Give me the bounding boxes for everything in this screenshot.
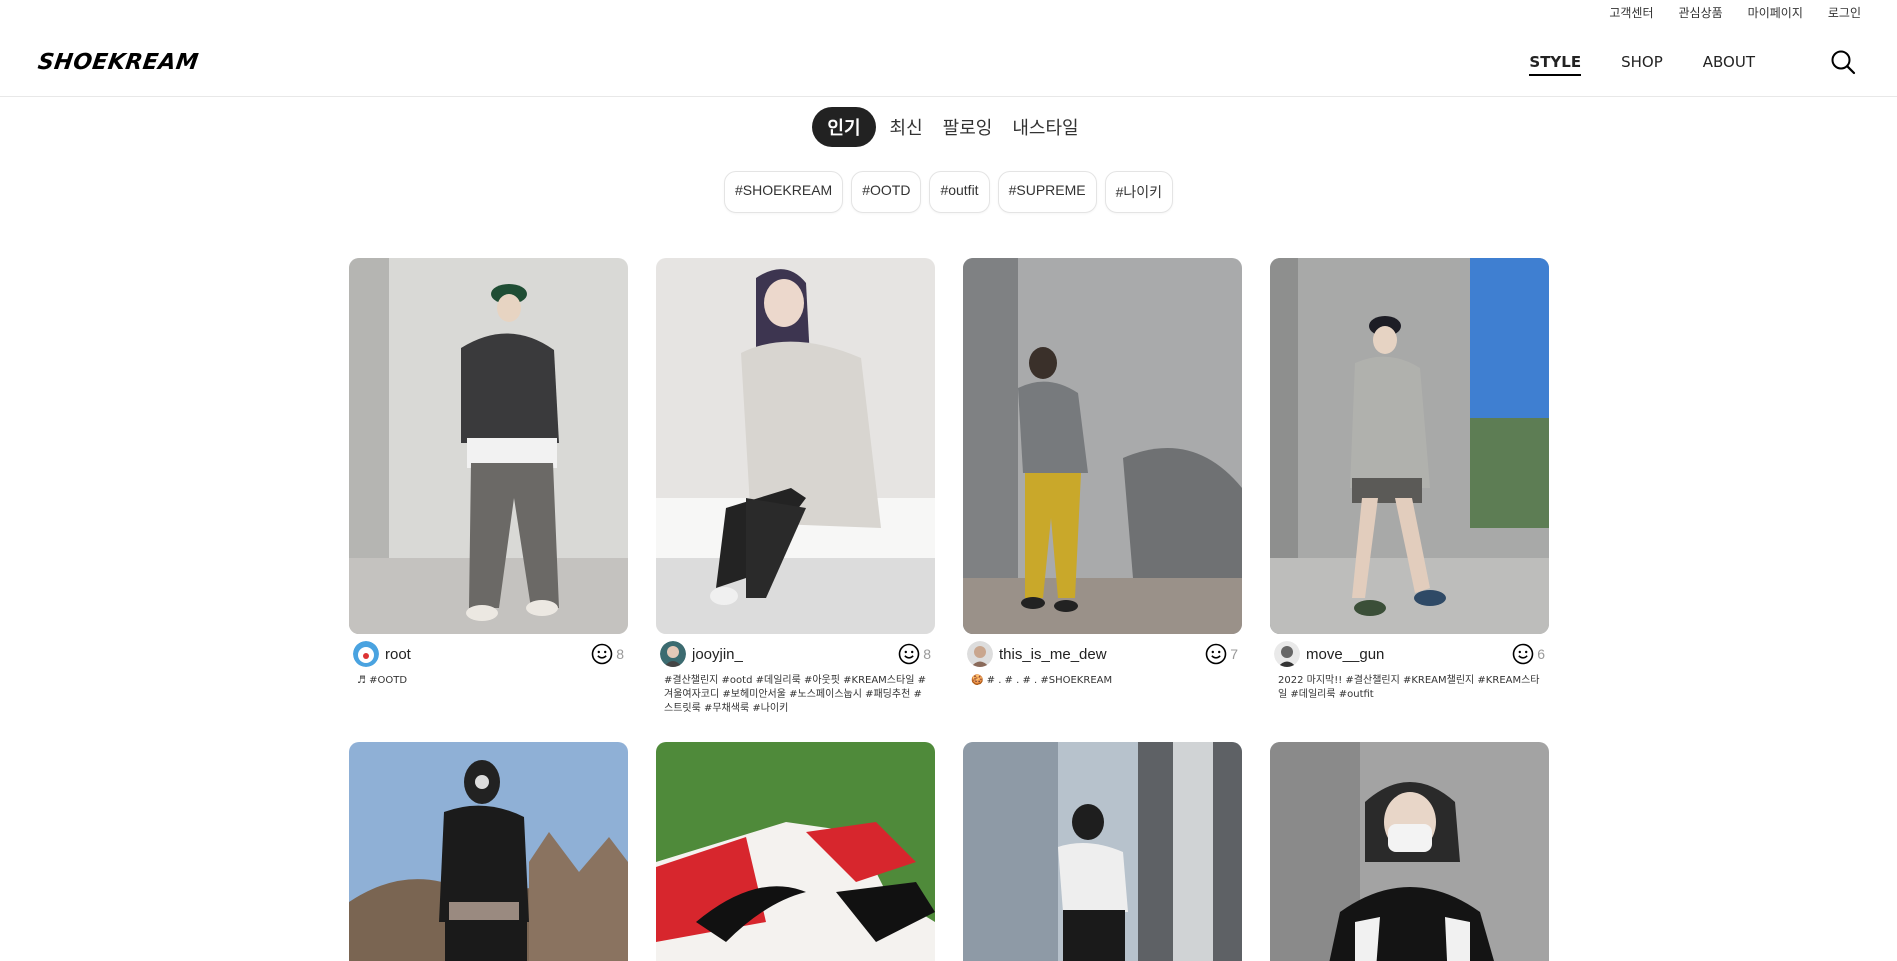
nav-shop[interactable]: SHOP xyxy=(1621,53,1663,76)
util-link-login[interactable]: 로그인 xyxy=(1828,4,1861,21)
post-user[interactable]: move__gun xyxy=(1274,641,1384,667)
post-user[interactable]: root xyxy=(353,641,411,667)
hashtag-chip[interactable]: #OOTD xyxy=(851,171,922,213)
feed-card[interactable] xyxy=(349,742,628,961)
like-count: 8 xyxy=(616,646,624,662)
like-count: 6 xyxy=(1537,646,1545,662)
nav-about[interactable]: ABOUT xyxy=(1703,53,1755,76)
feed-photo[interactable] xyxy=(349,742,628,961)
nav-style[interactable]: STYLE xyxy=(1529,53,1582,76)
smile-icon xyxy=(1205,643,1227,665)
feed-card[interactable]: jooyjin_ 8 #결산챌린지 #ootd #데일리룩 #아웃핏 #KREA… xyxy=(656,258,935,742)
username[interactable]: jooyjin_ xyxy=(692,646,743,663)
feed-photo[interactable] xyxy=(656,258,935,634)
feed-photo[interactable] xyxy=(1270,258,1549,634)
smile-icon xyxy=(898,643,920,665)
like-count: 8 xyxy=(923,646,931,662)
like-button[interactable]: 7 xyxy=(1205,643,1238,665)
util-link-mypage[interactable]: 마이페이지 xyxy=(1748,4,1803,21)
avatar xyxy=(967,641,993,667)
avatar xyxy=(660,641,686,667)
hashtag-chip[interactable]: #나이키 xyxy=(1104,171,1174,213)
post-meta: jooyjin_ 8 xyxy=(656,634,935,674)
post-caption: #결산챌린지 #ootd #데일리룩 #아웃핏 #KREAM스타일 #겨울여자코… xyxy=(664,675,926,714)
feed-photo[interactable] xyxy=(349,258,628,634)
post-caption: 2022 마지막!! #결산챌린지 #KREAM챌린지 #KREAM스타일 #데… xyxy=(1278,675,1540,700)
username[interactable]: move__gun xyxy=(1306,646,1384,663)
header: SHOEKREAM STYLE SHOP ABOUT xyxy=(0,24,1897,97)
hashtag-chips: #SHOEKREAM #OOTD #outfit #SUPREME #나이키 xyxy=(0,171,1897,213)
feed-card[interactable] xyxy=(963,742,1242,961)
username[interactable]: this_is_me_dew xyxy=(999,646,1107,663)
feed-card[interactable] xyxy=(1270,742,1549,961)
feed-photo[interactable] xyxy=(1270,742,1549,961)
smile-icon xyxy=(1512,643,1534,665)
feed-photo[interactable] xyxy=(656,742,935,961)
like-button[interactable]: 8 xyxy=(898,643,931,665)
post-meta: move__gun 6 xyxy=(1270,634,1549,674)
feed-card[interactable] xyxy=(656,742,935,961)
logo[interactable]: SHOEKREAM xyxy=(36,50,200,75)
style-feed-grid: root 8 ♬ #OOTD jooyjin_ 8 #결산챌린지 #ootd #… xyxy=(349,258,1549,961)
username[interactable]: root xyxy=(385,646,411,663)
hashtag-chip[interactable]: #SUPREME xyxy=(997,171,1097,213)
feed-photo[interactable] xyxy=(963,258,1242,634)
utility-links: 고객센터 관심상품 마이페이지 로그인 xyxy=(1609,0,1861,24)
avatar xyxy=(353,641,379,667)
post-caption: ♬ #OOTD xyxy=(357,675,408,686)
post-user[interactable]: this_is_me_dew xyxy=(967,641,1107,667)
main-nav: STYLE SHOP ABOUT xyxy=(1529,53,1755,76)
tab-popular[interactable]: 인기 xyxy=(812,107,876,147)
feed-card[interactable]: move__gun 6 2022 마지막!! #결산챌린지 #KREAM챌린지 … xyxy=(1270,258,1549,742)
like-count: 7 xyxy=(1230,646,1238,662)
smile-icon xyxy=(591,643,613,665)
post-meta: this_is_me_dew 7 xyxy=(963,634,1242,674)
like-button[interactable]: 8 xyxy=(591,643,624,665)
feed-card[interactable]: root 8 ♬ #OOTD xyxy=(349,258,628,742)
search-icon xyxy=(1831,50,1856,75)
post-user[interactable]: jooyjin_ xyxy=(660,641,743,667)
util-link-wishlist[interactable]: 관심상품 xyxy=(1679,4,1723,21)
search-button[interactable] xyxy=(1829,48,1857,76)
post-caption: 🍪 # . # . # . #SHOEKREAM xyxy=(971,675,1113,686)
avatar xyxy=(1274,641,1300,667)
feed-photo[interactable] xyxy=(963,742,1242,961)
tab-my-style[interactable]: 내스타일 xyxy=(1006,107,1084,147)
hashtag-chip[interactable]: #SHOEKREAM xyxy=(723,171,844,213)
tab-latest[interactable]: 최신 xyxy=(884,107,929,147)
like-button[interactable]: 6 xyxy=(1512,643,1545,665)
hashtag-chip[interactable]: #outfit xyxy=(929,171,990,213)
util-link-customer-center[interactable]: 고객센터 xyxy=(1609,4,1653,21)
feed-card[interactable]: this_is_me_dew 7 🍪 # . # . # . #SHOEKREA… xyxy=(963,258,1242,742)
tab-following[interactable]: 팔로잉 xyxy=(937,107,999,147)
feed-tabs: 인기 최신 팔로잉 내스타일 xyxy=(0,107,1897,147)
post-meta: root 8 xyxy=(349,634,628,674)
